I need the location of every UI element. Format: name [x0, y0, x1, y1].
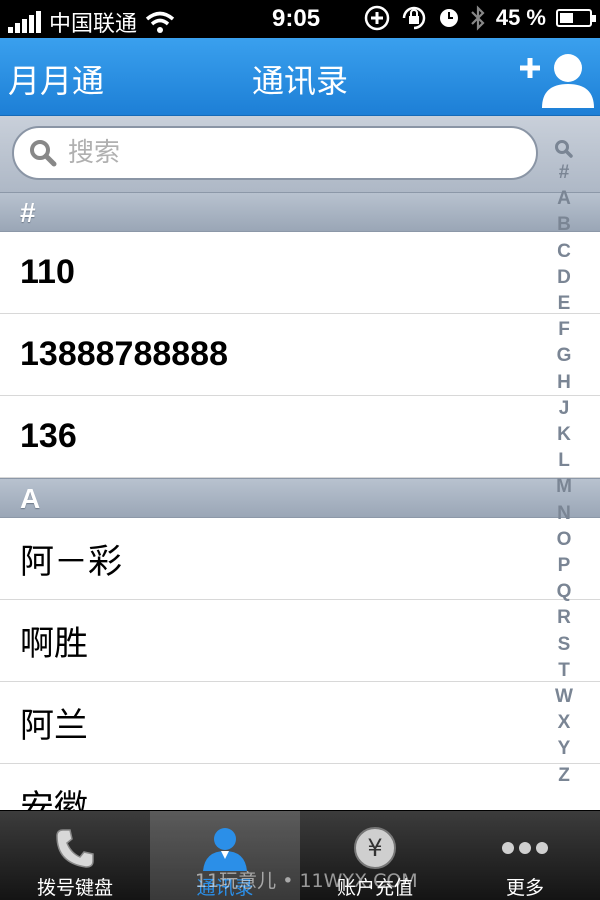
carrier-name: 中国联通 — [49, 12, 138, 37]
alphabet-index[interactable]: # A B C D E F G H J K L M N O P Q R S T W X Y Z — [552, 138, 576, 789]
status-time: 9:05 — [272, 5, 321, 32]
contact-list: # 110 13888788888 136 A 阿－彩 啊胜 阿兰 安徽 — [0, 192, 600, 810]
tab-label: 通讯录 — [196, 877, 254, 899]
wifi-icon — [145, 11, 175, 33]
index-letter[interactable]: F — [555, 317, 573, 343]
index-search-icon[interactable] — [554, 138, 574, 160]
carrier-area: 中国联通 — [8, 6, 175, 38]
index-letter[interactable]: W — [555, 684, 573, 710]
section-header-hash: # — [0, 192, 600, 232]
index-letter[interactable]: C — [555, 239, 573, 265]
battery-icon — [556, 9, 596, 27]
contact-row[interactable]: 110 — [0, 232, 600, 314]
rotation-lock-icon — [402, 6, 426, 30]
index-letter[interactable]: E — [555, 291, 573, 317]
signal-icon — [8, 11, 41, 33]
tab-label: 更多 — [505, 877, 544, 899]
status-bar: 中国联通 9:05 45 % — [0, 0, 600, 38]
index-letter[interactable]: Z — [555, 763, 573, 789]
more-icon — [502, 842, 548, 854]
svg-text:¥: ¥ — [367, 834, 382, 862]
search-bar — [0, 116, 600, 192]
search-input[interactable] — [68, 138, 498, 168]
index-letter[interactable]: H — [555, 370, 573, 396]
index-letter[interactable]: P — [555, 553, 573, 579]
index-letter[interactable]: D — [555, 265, 573, 291]
section-header-a: A — [0, 478, 600, 518]
index-letter[interactable]: R — [555, 605, 573, 631]
index-letter[interactable]: A — [555, 186, 573, 212]
contact-row[interactable]: 啊胜 — [0, 600, 600, 682]
contact-row[interactable]: 136 — [0, 396, 600, 478]
back-button[interactable]: 月月通 — [8, 56, 104, 102]
battery-percent: 45 % — [495, 5, 546, 30]
index-letter[interactable]: O — [555, 527, 573, 553]
plus-circle-icon — [364, 5, 390, 31]
search-box[interactable] — [12, 126, 538, 180]
contacts-icon — [203, 828, 247, 871]
tab-recharge[interactable]: ¥ 账户充值 — [300, 811, 450, 900]
index-letter[interactable]: L — [555, 448, 573, 474]
status-icons: 45 % — [364, 5, 596, 31]
battery-fill — [560, 13, 573, 23]
tab-dialpad[interactable]: 拨号键盘 — [0, 811, 150, 900]
index-letter[interactable]: Y — [555, 736, 573, 762]
index-letters: # A B C D E F G H J K L M N O P Q R S T W X Y Z — [555, 160, 573, 789]
contact-row[interactable]: 安徽 — [0, 764, 600, 810]
alarm-clock-icon — [439, 9, 458, 27]
tab-bar: 拨号键盘 通讯录 ¥ 账户充值 更多 — [0, 810, 600, 900]
index-letter[interactable]: # — [555, 160, 573, 186]
index-letter[interactable]: S — [555, 632, 573, 658]
index-letter[interactable]: T — [555, 658, 573, 684]
contact-row[interactable]: 13888788888 — [0, 314, 600, 396]
index-letter[interactable]: B — [555, 212, 573, 238]
bluetooth-icon — [471, 5, 485, 31]
index-letter[interactable]: G — [555, 343, 573, 369]
yen-icon: ¥ — [354, 827, 396, 869]
tab-label: 拨号键盘 — [36, 877, 113, 899]
index-letter[interactable]: X — [555, 710, 573, 736]
tab-label: 账户充值 — [336, 877, 413, 899]
phone-icon — [56, 829, 94, 868]
index-letter[interactable]: J — [555, 396, 573, 422]
add-contact-button[interactable] — [516, 46, 596, 108]
nav-bar: 月月通 通讯录 — [0, 38, 600, 116]
index-letter[interactable]: M — [555, 474, 573, 500]
add-contact-icon — [520, 54, 594, 108]
contact-row[interactable]: 阿－彩 — [0, 518, 600, 600]
contact-row[interactable]: 阿兰 — [0, 682, 600, 764]
index-letter[interactable]: K — [555, 422, 573, 448]
tab-contacts[interactable]: 通讯录 — [150, 811, 300, 900]
tab-more[interactable]: 更多 — [450, 811, 600, 900]
search-icon — [30, 140, 57, 167]
index-letter[interactable]: N — [555, 501, 573, 527]
index-letter[interactable]: Q — [555, 579, 573, 605]
